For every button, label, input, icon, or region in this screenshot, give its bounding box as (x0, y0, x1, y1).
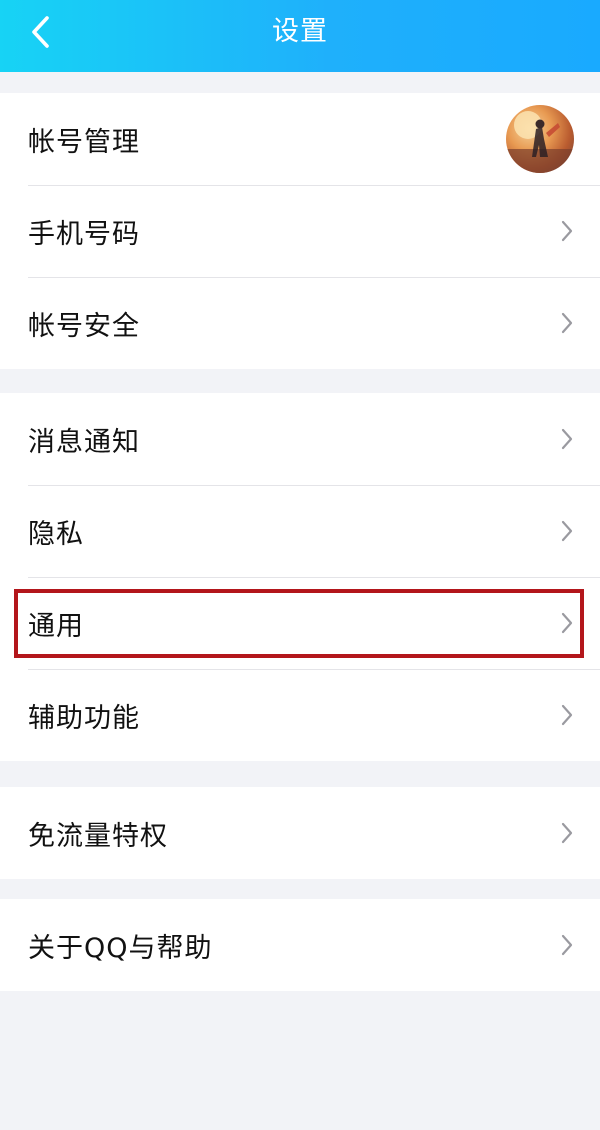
chevron-right-icon (561, 822, 573, 844)
settings-row-label: 帐号安全 (28, 310, 140, 342)
settings-row-label: 关于QQ与帮助 (28, 932, 213, 964)
chevron-right-icon (561, 220, 573, 242)
chevron-right-icon (561, 704, 573, 726)
chevron-right-icon (561, 520, 573, 542)
settings-row-label: 手机号码 (28, 218, 140, 250)
settings-group-general: 消息通知 隐私 通用 辅助功能 (0, 393, 600, 761)
chevron-right-icon (561, 934, 573, 956)
settings-row-free-data-privilege[interactable]: 免流量特权 (0, 787, 600, 879)
settings-row-account-security[interactable]: 帐号安全 (0, 277, 600, 369)
settings-row-label: 辅助功能 (28, 702, 140, 734)
nav-bar: 设置 (0, 0, 600, 72)
page-title: 设置 (272, 16, 328, 47)
chevron-right-icon (561, 312, 573, 334)
settings-group-data-plan: 免流量特权 (0, 787, 600, 879)
settings-row-label: 通用 (28, 610, 84, 642)
settings-row-label: 隐私 (28, 518, 84, 550)
settings-row-accessibility[interactable]: 辅助功能 (0, 669, 600, 761)
settings-row-privacy[interactable]: 隐私 (0, 485, 600, 577)
avatar (506, 105, 574, 173)
settings-group-account: 帐号管理 手机号码 帐号安全 (0, 93, 600, 369)
settings-row-account-management[interactable]: 帐号管理 (0, 93, 600, 185)
settings-row-notifications[interactable]: 消息通知 (0, 393, 600, 485)
chevron-right-icon (561, 428, 573, 450)
settings-group-about: 关于QQ与帮助 (0, 899, 600, 991)
settings-row-label: 消息通知 (28, 426, 140, 458)
settings-row-about-and-help[interactable]: 关于QQ与帮助 (0, 899, 600, 991)
chevron-right-icon (561, 612, 573, 634)
settings-row-label: 免流量特权 (28, 820, 168, 852)
settings-row-phone-number[interactable]: 手机号码 (0, 185, 600, 277)
settings-row-label: 帐号管理 (28, 126, 140, 158)
settings-row-general[interactable]: 通用 (0, 577, 600, 669)
